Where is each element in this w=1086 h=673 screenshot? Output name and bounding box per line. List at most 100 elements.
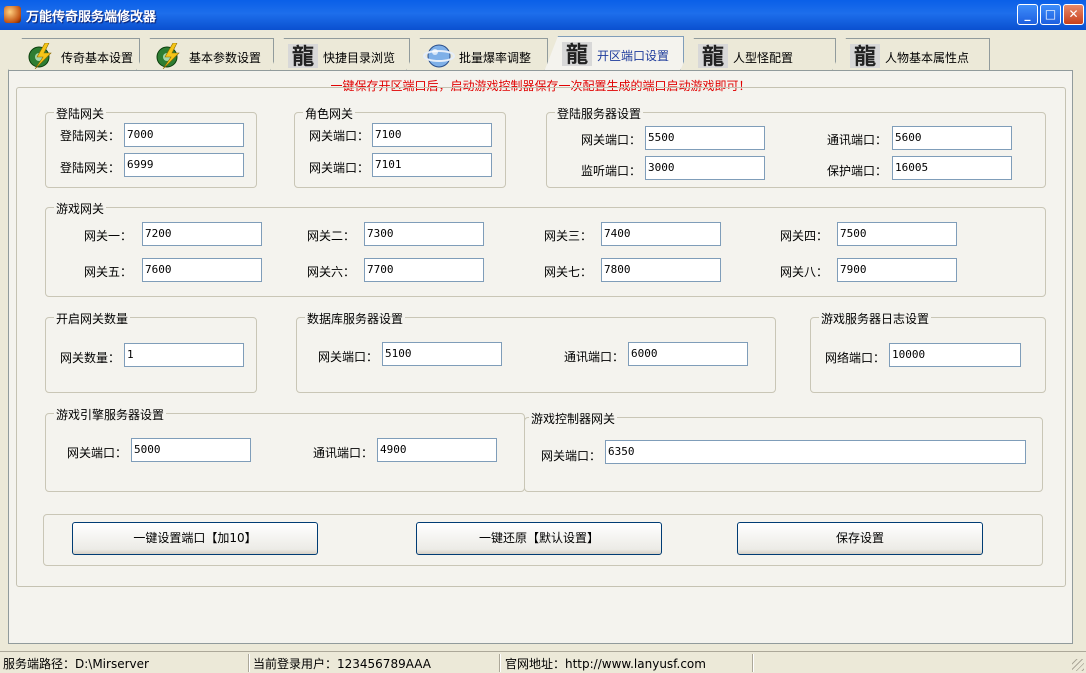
login-server-comm-port-input[interactable]: 5600	[892, 126, 1012, 150]
game-gate-7-input[interactable]: 7800	[601, 258, 721, 282]
current-user-text: 当前登录用户：123456789AAA	[253, 657, 432, 671]
login-server-listen-port-input[interactable]: 3000	[645, 156, 765, 180]
role-gate-group: 角色网关 网关端口： 7100 网关端口： 7101	[294, 105, 506, 188]
group-title: 游戏控制器网关	[529, 410, 618, 427]
tab-label: 人物基本属性点	[885, 51, 970, 65]
maximize-icon: □	[1044, 7, 1057, 21]
engine-server-comm-port-input[interactable]: 4900	[377, 438, 497, 462]
db-server-gate-port-input[interactable]: 5100	[382, 342, 502, 366]
field-label: 登陆网关：	[60, 161, 121, 175]
login-gate-group: 登陆网关 登陆网关： 7000 登陆网关： 6999	[45, 105, 257, 188]
tab-directory-browse[interactable]: 龍 快捷目录浏览	[270, 38, 410, 71]
login-server-gate-port-input[interactable]: 5500	[645, 126, 765, 150]
website-text: 官网地址：http://www.lanyusf.com	[505, 657, 706, 671]
controller-gate-group: 游戏控制器网关 网关端口： 6350	[524, 410, 1043, 492]
tab-label: 快捷目录浏览	[323, 51, 396, 65]
game-gate-1-input[interactable]: 7200	[142, 222, 262, 246]
login-server-protect-port-input[interactable]: 16005	[892, 156, 1012, 180]
tab-panel: 一键保存开区端口后，启动游戏控制器保存一次配置生成的端口启动游戏即可！ 登陆网关…	[8, 70, 1073, 644]
game-gate-8-input[interactable]: 7900	[837, 258, 957, 282]
group-title: 开启网关数量	[54, 310, 131, 327]
log-server-group: 游戏服务器日志设置 网络端口： 10000	[810, 310, 1046, 393]
svg-text:龍: 龍	[566, 42, 588, 67]
minimize-button[interactable]: _	[1017, 4, 1038, 25]
game-gate-2-input[interactable]: 7300	[364, 222, 484, 246]
status-divider	[752, 654, 754, 672]
tab-label: 开区端口设置	[597, 49, 670, 63]
field-label: 网关端口：	[309, 161, 370, 175]
group-title: 游戏引擎服务器设置	[54, 406, 167, 423]
gear-lightning-icon	[28, 43, 52, 69]
dragon-character-icon: 龍	[698, 44, 728, 69]
maximize-button[interactable]: □	[1040, 4, 1061, 25]
field-label: 网络端口：	[825, 351, 886, 365]
gate-count-input[interactable]: 1	[124, 343, 244, 367]
restore-defaults-button[interactable]: 一键还原【默认设置】	[416, 522, 662, 555]
window-title: 万能传奇服务端修改器	[26, 10, 157, 25]
login-gate-port-2-input[interactable]: 6999	[124, 153, 244, 177]
tab-character-attributes[interactable]: 龍 人物基本属性点	[832, 38, 990, 71]
field-label: 网关数量：	[60, 351, 121, 365]
field-label: 网关端口：	[541, 449, 602, 463]
close-icon: ✕	[1068, 7, 1079, 21]
engine-server-group: 游戏引擎服务器设置 网关端口： 5000 通讯端口： 4900	[45, 406, 525, 492]
game-gate-group: 游戏网关 网关一： 7200 网关二： 7300 网关三： 7400 网关四： …	[45, 200, 1046, 297]
field-label: 网关二：	[307, 229, 356, 243]
field-label: 网关六：	[307, 265, 356, 279]
field-label: 网关三：	[544, 229, 593, 243]
field-label: 网关七：	[544, 265, 593, 279]
tab-label: 批量爆率调整	[459, 51, 532, 65]
field-label: 网关四：	[780, 229, 829, 243]
tab-basic-settings[interactable]: 传奇基本设置	[8, 38, 140, 71]
field-label: 通讯端口：	[564, 350, 625, 364]
field-label: 网关一：	[84, 229, 133, 243]
dragon-character-icon: 龍	[562, 42, 592, 67]
globe-icon	[423, 44, 455, 68]
tab-port-settings[interactable]: 龍 开区端口设置	[544, 36, 684, 72]
gear-lightning-icon	[156, 43, 180, 69]
game-gate-4-input[interactable]: 7500	[837, 222, 957, 246]
controller-gate-port-input[interactable]: 6350	[605, 440, 1026, 464]
tab-drop-rate[interactable]: 批量爆率调整	[406, 38, 548, 71]
login-gate-port-1-input[interactable]: 7000	[124, 123, 244, 147]
tab-label: 传奇基本设置	[61, 51, 134, 65]
group-title: 游戏服务器日志设置	[819, 310, 932, 327]
db-server-comm-port-input[interactable]: 6000	[628, 342, 748, 366]
tab-strip: 传奇基本设置 基本参数设置 龍 快捷目录浏览 批量爆率调整 龍 开区端口设置 龍…	[8, 36, 1078, 72]
tab-label: 人型怪配置	[733, 51, 794, 65]
game-gate-3-input[interactable]: 7400	[601, 222, 721, 246]
log-server-port-input[interactable]: 10000	[889, 343, 1021, 367]
gate-count-group: 开启网关数量 网关数量： 1	[45, 310, 257, 393]
group-title: 游戏网关	[54, 200, 107, 217]
server-path-text: 服务端路径：D:\Mirserver	[3, 657, 149, 671]
tab-label: 基本参数设置	[189, 51, 262, 65]
field-label: 网关端口：	[67, 446, 128, 460]
field-label: 网关端口：	[309, 129, 370, 143]
svg-text:龍: 龍	[702, 44, 724, 69]
close-button[interactable]: ✕	[1063, 4, 1084, 25]
svg-text:龍: 龍	[854, 44, 876, 69]
role-gate-port-1-input[interactable]: 7100	[372, 123, 492, 147]
game-gate-6-input[interactable]: 7700	[364, 258, 484, 282]
settings-area: 登陆网关 登陆网关： 7000 登陆网关： 6999 角色网关 网关端口： 71…	[16, 87, 1066, 587]
dragon-character-icon: 龍	[288, 44, 318, 69]
field-label: 网关端口：	[318, 350, 379, 364]
set-ports-button[interactable]: 一键设置端口【加10】	[72, 522, 318, 555]
minimize-icon: _	[1024, 7, 1031, 21]
svg-text:龍: 龍	[292, 44, 314, 69]
save-settings-button[interactable]: 保存设置	[737, 522, 983, 555]
tab-humanoid-monster[interactable]: 龍 人型怪配置	[680, 38, 836, 71]
dragon-character-icon: 龍	[850, 44, 880, 69]
game-gate-5-input[interactable]: 7600	[142, 258, 262, 282]
app-icon	[4, 6, 21, 23]
group-title: 数据库服务器设置	[305, 310, 406, 327]
title-bar[interactable]: 万能传奇服务端修改器 _ □ ✕	[0, 0, 1086, 30]
field-label: 通讯端口：	[827, 133, 888, 147]
field-label: 网关五：	[84, 265, 133, 279]
status-divider	[248, 654, 250, 672]
resize-grip[interactable]	[1072, 659, 1084, 671]
field-label: 网关八：	[780, 265, 829, 279]
tab-params-settings[interactable]: 基本参数设置	[136, 38, 274, 71]
engine-server-gate-port-input[interactable]: 5000	[131, 438, 251, 462]
role-gate-port-2-input[interactable]: 7101	[372, 153, 492, 177]
